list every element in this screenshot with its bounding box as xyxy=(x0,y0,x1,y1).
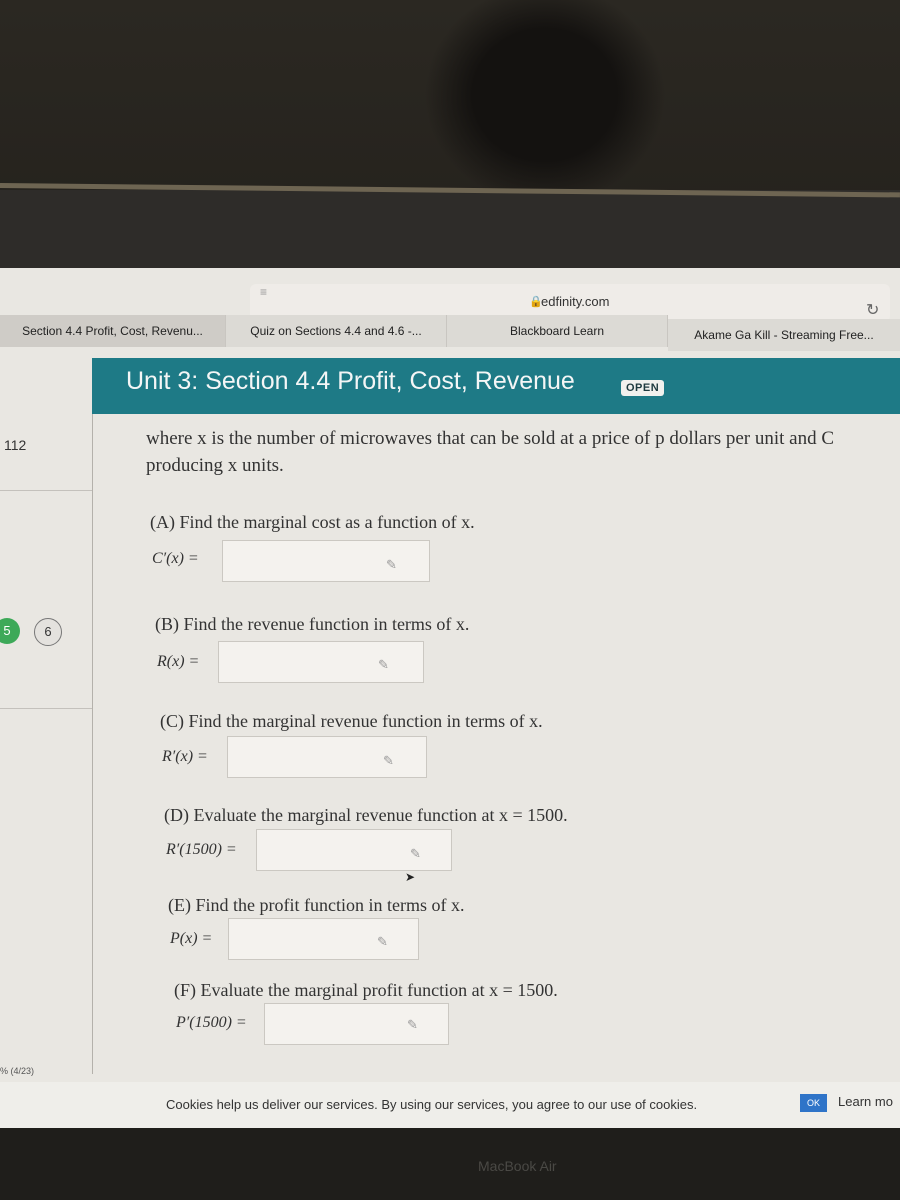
tab-quiz[interactable]: Quiz on Sections 4.4 and 4.6 -... xyxy=(226,315,447,347)
pencil-icon[interactable]: ✎ xyxy=(407,1017,421,1032)
part-c-answer-input[interactable] xyxy=(227,736,427,778)
tab-section-4-4[interactable]: Section 4.4 Profit, Cost, Revenu... xyxy=(0,315,226,347)
question-sidebar xyxy=(0,414,93,1074)
part-e-label: P(x) = xyxy=(170,930,213,947)
part-c-label: R′(x) = xyxy=(162,748,208,765)
cookie-text: Cookies help us deliver our services. By… xyxy=(166,1097,698,1112)
reader-menu-icon[interactable]: ≡ xyxy=(260,286,274,306)
tab-akame[interactable]: Akame Ga Kill - Streaming Free... xyxy=(668,319,900,351)
part-a-prompt: (A) Find the marginal cost as a function… xyxy=(150,512,475,532)
question-6-button[interactable]: 6 xyxy=(34,618,62,646)
cookie-ok-button[interactable]: OK xyxy=(800,1094,827,1112)
sidebar-divider xyxy=(0,708,92,709)
learn-more-link[interactable]: Learn mo xyxy=(838,1094,893,1109)
score-fragment: 112 xyxy=(4,437,27,453)
part-a-label: C′(x) = xyxy=(152,550,199,567)
problem-intro: where x is the number of microwaves that… xyxy=(146,425,900,479)
part-b-label: R(x) = xyxy=(157,653,200,670)
part-e-prompt: (E) Find the profit function in terms of… xyxy=(168,895,465,915)
pencil-icon[interactable]: ✎ xyxy=(378,657,392,672)
device-label: MacBook Air xyxy=(478,1158,557,1174)
part-b-prompt: (B) Find the revenue function in terms o… xyxy=(155,614,470,634)
laptop-bezel-bottom xyxy=(0,1128,900,1200)
intro-line-2: producing x units. xyxy=(146,455,284,476)
tab-blackboard[interactable]: Blackboard Learn xyxy=(447,315,668,347)
pencil-icon[interactable]: ✎ xyxy=(383,753,397,768)
part-b-answer-input[interactable] xyxy=(218,641,424,683)
page-title: Unit 3: Section 4.4 Profit, Cost, Revenu… xyxy=(126,367,575,395)
mouse-cursor-icon: ➤ xyxy=(405,870,416,884)
part-f-label: P′(1500) = xyxy=(176,1014,247,1031)
part-c-prompt: (C) Find the marginal revenue function i… xyxy=(160,711,543,731)
part-d-label: R′(1500) = xyxy=(166,841,237,858)
part-f-answer-input[interactable] xyxy=(264,1003,449,1045)
date-fragment: % (4/23) xyxy=(0,1066,35,1076)
part-f-prompt: (F) Evaluate the marginal profit functio… xyxy=(174,980,558,1000)
pencil-icon[interactable]: ✎ xyxy=(377,934,391,949)
intro-line-1: where x is the number of microwaves that… xyxy=(146,428,835,449)
pencil-icon[interactable]: ✎ xyxy=(410,846,424,861)
part-d-prompt: (D) Evaluate the marginal revenue functi… xyxy=(164,805,568,825)
laptop-bezel-lower xyxy=(0,190,900,280)
url-text[interactable]: edfinity.com xyxy=(541,294,609,309)
status-badge: OPEN xyxy=(621,380,665,396)
sidebar-divider xyxy=(0,490,92,491)
pencil-icon[interactable]: ✎ xyxy=(386,557,400,572)
tab-bar: Section 4.4 Profit, Cost, Revenu... Quiz… xyxy=(0,315,900,357)
